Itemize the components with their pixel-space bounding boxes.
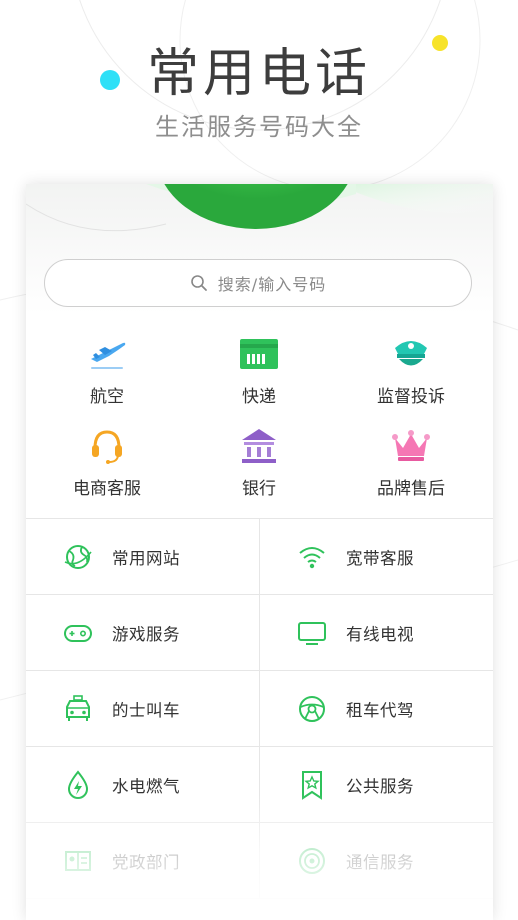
government-icon (65, 850, 91, 871)
service-label: 常用网站 (112, 548, 180, 568)
category-label: 银行 (242, 479, 276, 499)
service-row: 水电燃气 公共服务 (26, 747, 493, 823)
signal-icon (299, 847, 325, 874)
service-label: 有线电视 (346, 624, 414, 644)
category-complaint[interactable]: 监督投诉 (333, 334, 489, 418)
service-label: 游戏服务 (112, 624, 180, 644)
taxi-icon (66, 694, 90, 721)
category-label: 航空 (90, 387, 124, 407)
service-item-cable-tv[interactable]: 有线电视 (260, 595, 493, 670)
category-brand-aftersale[interactable]: 品牌售后 (333, 426, 489, 510)
steering-wheel-icon (299, 695, 325, 722)
service-label: 租车代驾 (346, 700, 414, 720)
police-cap-icon (395, 341, 427, 366)
gamepad-icon (64, 624, 92, 642)
category-label: 电商客服 (73, 479, 141, 499)
service-row: 的士叫车 租车代驾 (26, 671, 493, 747)
category-label: 快递 (242, 387, 276, 407)
tv-icon (298, 621, 326, 645)
service-label: 宽带客服 (346, 548, 414, 568)
search-icon (190, 275, 207, 291)
service-row: 常用网站 宽带客服 (26, 519, 493, 595)
wifi-icon (299, 546, 325, 568)
service-item-broadband[interactable]: 宽带客服 (260, 519, 493, 594)
service-item-games[interactable]: 游戏服务 (26, 595, 260, 670)
globe-icon (64, 544, 92, 569)
page-title: 常用电话 (146, 44, 371, 104)
category-express[interactable]: 快递 (181, 334, 337, 418)
bookmark-star-icon (302, 770, 322, 800)
utilities-drop-icon (67, 769, 89, 799)
phone-card: 搜索/输入号码 航空 快递 监督投诉 电商客服 银行 品牌售后 常用网站 宽带客… (26, 184, 493, 920)
service-list: 常用网站 宽带客服 游戏服务 有线电视 的士叫车 租车代驾 水电燃气 公共服务 … (26, 518, 493, 899)
category-label: 监督投诉 (377, 387, 445, 407)
headset-icon (92, 430, 122, 464)
category-bank[interactable]: 银行 (181, 426, 337, 510)
service-row: 游戏服务 有线电视 (26, 595, 493, 671)
service-item-websites[interactable]: 常用网站 (26, 519, 260, 594)
service-row: 党政部门 通信服务 (26, 823, 493, 899)
bank-icon (242, 429, 276, 463)
page-subtitle: 生活服务号码大全 (155, 113, 363, 141)
service-item-car-rental[interactable]: 租车代驾 (260, 671, 493, 746)
service-label: 通信服务 (346, 852, 414, 872)
service-item-public-services[interactable]: 公共服务 (260, 747, 493, 822)
category-ecommerce[interactable]: 电商客服 (29, 426, 185, 510)
service-label: 的士叫车 (112, 700, 180, 720)
service-item-taxi[interactable]: 的士叫车 (26, 671, 260, 746)
card-header: 搜索/输入号码 (26, 184, 493, 314)
category-airline[interactable]: 航空 (29, 334, 185, 418)
express-card-icon (240, 339, 278, 369)
category-label: 品牌售后 (377, 479, 445, 499)
crown-icon (392, 430, 430, 461)
service-label: 党政部门 (112, 852, 180, 872)
service-item-telecom[interactable]: 通信服务 (260, 823, 493, 898)
service-label: 水电燃气 (112, 776, 180, 796)
service-item-government[interactable]: 党政部门 (26, 823, 260, 898)
service-label: 公共服务 (346, 776, 414, 796)
search-input[interactable]: 搜索/输入号码 (44, 259, 472, 307)
airplane-icon (91, 342, 126, 369)
screen: 常用电话 生活服务号码大全 搜索/输入号码 航空 快递 监督投诉 电商客服 银行… (0, 0, 518, 920)
search-placeholder: 搜索/输入号码 (217, 275, 327, 294)
service-item-utilities[interactable]: 水电燃气 (26, 747, 260, 822)
